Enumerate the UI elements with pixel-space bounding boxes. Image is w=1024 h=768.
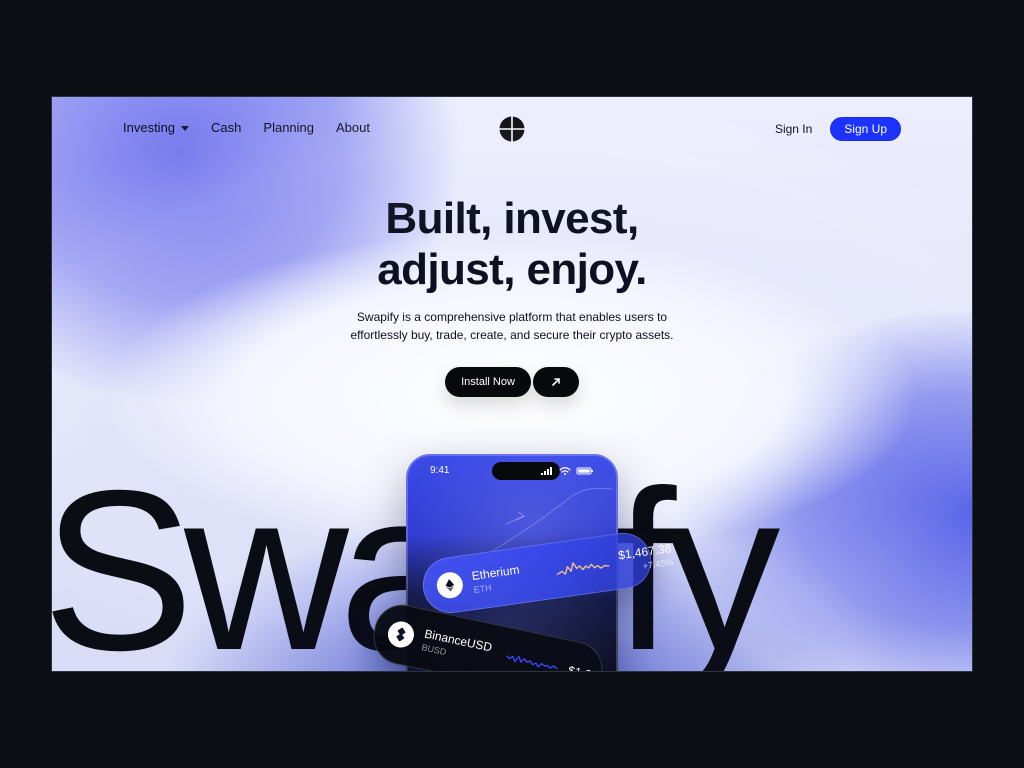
binance-price: $1.65 (567, 663, 599, 671)
ethereum-sparkline-path (556, 562, 610, 575)
binance-values: $1.65 (567, 663, 599, 671)
nav-about[interactable]: About (336, 120, 370, 135)
nav-planning-label: Planning (263, 120, 315, 135)
phone-status-icons (540, 466, 594, 476)
phone-time: 9:41 (430, 465, 450, 476)
ethereum-text: Etherium ETH (471, 560, 546, 594)
nav-about-label: About (336, 120, 370, 135)
hero-title-line-1: Built, invest, (385, 194, 639, 243)
cta-row: Install Now (52, 367, 972, 397)
ethereum-sparkline (556, 562, 610, 575)
phone-status-bar: 9:41 (420, 462, 604, 482)
binance-icon (396, 627, 406, 642)
install-now-button[interactable]: Install Now (445, 367, 531, 397)
landing-page-frame: Investing Cash Planning About Sign In Si… (51, 96, 973, 672)
arrow-up-right-icon (552, 378, 560, 386)
primary-nav: Investing Cash Planning About (123, 120, 370, 135)
binance-sparkline-path (506, 655, 558, 670)
binance-sparkline (506, 655, 558, 670)
ethereum-coin (435, 570, 465, 600)
ethereum-icon (445, 579, 455, 592)
auth-actions: Sign In Sign Up (775, 117, 901, 141)
globe-icon (498, 115, 526, 143)
hero-description-line-2: effortlessly buy, trade, create, and sec… (350, 328, 674, 342)
nav-cash[interactable]: Cash (211, 120, 241, 135)
signal-icon (541, 467, 552, 475)
sign-up-button[interactable]: Sign Up (830, 117, 901, 141)
binance-coin (385, 619, 417, 650)
ethereum-values: $1,467.38 +7.45% (617, 541, 673, 574)
battery-icon (576, 467, 593, 475)
hero-title-line-2: adjust, enjoy. (377, 245, 647, 294)
chevron-down-icon (181, 126, 190, 131)
nav-cash-label: Cash (211, 120, 242, 135)
top-nav: Investing Cash Planning About Sign In Si… (52, 97, 972, 161)
wifi-icon (559, 467, 571, 475)
sign-in-link[interactable]: Sign In (775, 122, 812, 136)
nav-planning[interactable]: Planning (263, 120, 314, 135)
nav-investing[interactable]: Investing (123, 120, 190, 135)
hero-description-line-1: Swapify is a comprehensive platform that… (356, 310, 668, 324)
hero-title: Built, invest, adjust, enjoy. (52, 193, 972, 295)
brand-logo[interactable] (498, 115, 526, 143)
binance-text: BinanceUSD BUSD (421, 626, 497, 666)
open-app-button[interactable] (533, 367, 579, 397)
hero-description: Swapify is a comprehensive platform that… (52, 308, 972, 344)
nav-investing-label: Investing (123, 120, 176, 135)
